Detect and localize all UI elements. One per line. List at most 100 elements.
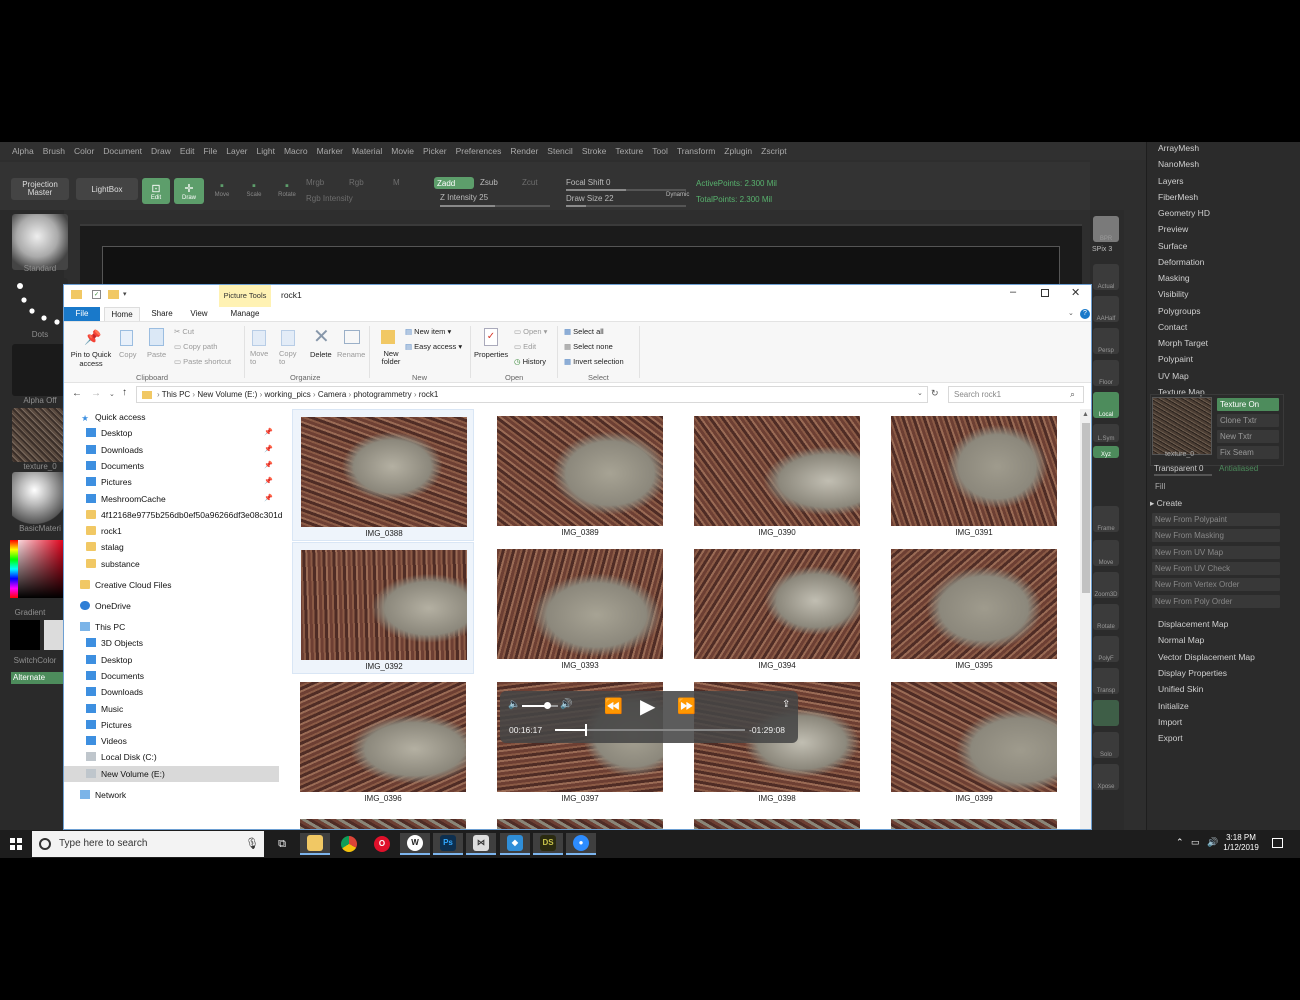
edit-button[interactable]: ⊡ Edit <box>142 178 170 204</box>
nav-pc-item[interactable]: Documents <box>64 668 279 684</box>
alternate-button[interactable]: Alternate <box>11 672 64 684</box>
taskbar-substance[interactable]: DS <box>533 833 563 855</box>
create-subpalette[interactable]: ▸ Create <box>1150 498 1182 509</box>
select-none-button[interactable]: ▦ Select none <box>564 342 613 351</box>
document-canvas[interactable] <box>102 246 1060 286</box>
file-tile[interactable]: IMG_0390 <box>686 409 868 541</box>
zbrush-menu-item[interactable]: Zplugin <box>724 146 752 156</box>
palette-item[interactable]: Surface <box>1158 241 1187 251</box>
zbrush-menu-item[interactable]: Draw <box>151 146 171 156</box>
search-field[interactable]: Search rock1 ⌕ <box>948 386 1084 403</box>
zbrush-menu-item[interactable]: Brush <box>43 146 65 156</box>
file-tile[interactable]: IMG_0393 <box>489 542 671 674</box>
palette-item[interactable]: FiberMesh <box>1158 192 1198 202</box>
palette-item[interactable]: NanoMesh <box>1158 159 1199 169</box>
nav-pc-item[interactable]: Pictures <box>64 717 279 733</box>
aahalf-button[interactable]: AAHalf <box>1093 296 1119 322</box>
focal-shift-slider[interactable]: Focal Shift 0 <box>566 178 610 187</box>
nav-quick-item[interactable]: MeshroomCache 📌 <box>64 491 279 507</box>
breadcrumb-item[interactable]: working_pics <box>264 390 310 399</box>
zbrush-menu-item[interactable]: Marker <box>317 146 343 156</box>
breadcrumb-item[interactable]: photogrammetry <box>353 390 411 399</box>
palette-item[interactable]: Geometry HD <box>1158 208 1210 218</box>
nav-quick-item[interactable]: Desktop 📌 <box>64 425 279 441</box>
dots-stroke-thumbnail[interactable] <box>12 278 68 330</box>
transp-button[interactable]: Transp <box>1093 668 1119 694</box>
edit-file-button[interactable]: ▭ Edit <box>514 342 536 351</box>
file-tile[interactable]: IMG_0391 <box>883 409 1065 541</box>
draw-size-slider[interactable]: Draw Size 22 <box>566 194 614 203</box>
zbrush-menu-item[interactable]: Texture <box>615 146 643 156</box>
palette-item[interactable]: Morph Target <box>1158 338 1208 348</box>
qa-dropdown-icon[interactable]: ▾ <box>123 290 127 298</box>
palette-item[interactable]: Unified Skin <box>1158 684 1203 694</box>
new-item-button[interactable]: ▤ New item ▾ <box>405 327 451 336</box>
scroll-thumb[interactable] <box>1082 423 1090 593</box>
create-item[interactable]: New From UV Check <box>1152 561 1280 575</box>
paste-shortcut-button[interactable]: ▭ Paste shortcut <box>174 357 231 366</box>
transparent-track[interactable] <box>1154 474 1212 476</box>
file-tile[interactable]: IMG_0389 <box>489 409 671 541</box>
palette-item[interactable]: Initialize <box>1158 701 1189 711</box>
texture-on-button[interactable]: Texture On <box>1217 398 1279 411</box>
create-item[interactable]: New From UV Map <box>1152 545 1280 559</box>
tray-expand-icon[interactable]: ⌃ <box>1176 837 1184 848</box>
nav-quick-access[interactable]: ★ Quick access <box>64 409 279 425</box>
zbrush-menu-item[interactable]: Stroke <box>582 146 607 156</box>
nav-quick-item[interactable]: Pictures 📌 <box>64 474 279 490</box>
palette-item[interactable]: ArrayMesh <box>1158 143 1199 153</box>
taskbar-wacom[interactable]: W <box>400 833 430 855</box>
forward-icon[interactable]: → <box>91 388 101 399</box>
task-view-button[interactable]: ⧉ <box>267 833 297 855</box>
taskbar-zbrush[interactable]: ◆ <box>500 833 530 855</box>
pin-to-quick-access-button[interactable]: Pin to Quick access <box>69 350 113 368</box>
m-toggle[interactable]: M <box>393 178 400 187</box>
taskbar-file-explorer[interactable] <box>300 833 330 855</box>
taskbar-meshroom[interactable]: ⋈ <box>466 833 496 855</box>
lightbox-button[interactable]: LightBox <box>76 178 138 200</box>
scroll-up-icon[interactable]: ▲ <box>1082 411 1089 418</box>
nav-onedrive[interactable]: OneDrive <box>64 598 279 614</box>
spix-slider[interactable]: SPix 3 <box>1092 246 1112 253</box>
projection-master-button[interactable]: Projection Master <box>11 178 69 200</box>
refresh-icon[interactable]: ↻ <box>931 388 939 399</box>
copy-to-button[interactable]: Copy to <box>279 350 299 366</box>
clone-txtr-button[interactable]: Clone Txtr <box>1217 414 1279 427</box>
rotate-view-button[interactable]: Rotate <box>1093 604 1119 630</box>
zbrush-menu-item[interactable]: Layer <box>226 146 247 156</box>
zbrush-menu-item[interactable]: Stencil <box>547 146 573 156</box>
zbrush-menu-item[interactable]: Tool <box>652 146 668 156</box>
zoom3d-button[interactable]: Zoom3D <box>1093 572 1119 598</box>
z-intensity-track[interactable] <box>440 205 550 207</box>
draw-button[interactable]: ✛ Draw <box>174 178 204 204</box>
breadcrumb-separator[interactable]: › <box>412 390 419 399</box>
persp-button[interactable]: Persp <box>1093 328 1119 354</box>
volume-high-icon[interactable]: 🔊 <box>560 699 572 710</box>
address-bar[interactable]: › This PC › New Volume (E:) › working_pi… <box>136 386 928 403</box>
rewind-icon[interactable]: ⏪ <box>604 697 623 715</box>
new-txtr-button[interactable]: New Txtr <box>1217 430 1279 443</box>
hue-strip[interactable] <box>10 540 18 598</box>
local-button[interactable]: Local <box>1093 392 1119 418</box>
vertical-scrollbar[interactable]: ▲ <box>1080 409 1091 829</box>
properties-qa-icon[interactable]: ✓ <box>92 290 101 299</box>
zbrush-menu-item[interactable]: Movie <box>391 146 414 156</box>
close-icon[interactable]: ✕ <box>1071 286 1080 299</box>
palette-item[interactable]: Polygroups <box>1158 306 1201 316</box>
nav-quick-item[interactable]: stalag <box>64 539 279 555</box>
nav-this-pc[interactable]: This PC <box>64 619 279 635</box>
breadcrumb-item[interactable]: rock1 <box>419 390 439 399</box>
clock[interactable]: 3:18 PM 1/12/2019 <box>1218 833 1264 853</box>
texture-map-thumbnail[interactable] <box>1152 397 1212 455</box>
delete-button[interactable]: Delete <box>310 350 332 359</box>
dynamic-toggle[interactable]: Dynamic <box>666 192 689 198</box>
image-thumbnail[interactable] <box>891 819 1057 829</box>
zsub-toggle[interactable]: Zsub <box>480 178 498 187</box>
breadcrumb-item[interactable]: Camera <box>318 390 346 399</box>
help-icon[interactable]: ? <box>1080 309 1090 319</box>
paste-button[interactable]: Paste <box>147 350 166 359</box>
frame-button[interactable]: Frame <box>1093 506 1119 532</box>
nav-quick-item[interactable]: 4f12168e9775b256db0ef50a96266df3e08c301d <box>64 507 283 523</box>
tab-home[interactable]: Home <box>104 307 140 321</box>
select-all-button[interactable]: ▦ Select all <box>564 327 604 336</box>
